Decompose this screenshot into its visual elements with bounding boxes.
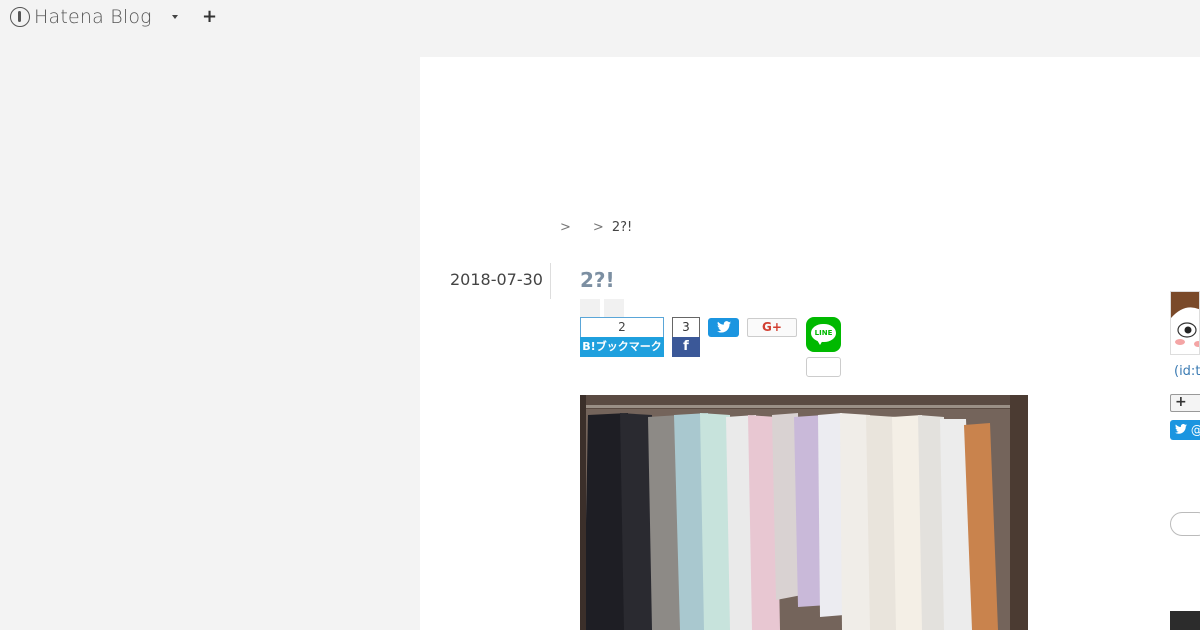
- breadcrumb: > > 2?!: [560, 220, 632, 235]
- add-entry-button[interactable]: +: [202, 8, 217, 26]
- breadcrumb-current: 2?!: [611, 220, 633, 235]
- line-share-count: [806, 357, 841, 377]
- category-tag[interactable]: [604, 299, 624, 317]
- twitter-follow-button[interactable]: @: [1170, 420, 1200, 440]
- line-share-button[interactable]: LINE: [806, 317, 841, 352]
- follow-button[interactable]: +: [1170, 394, 1200, 412]
- hatena-bookmark-count: 2: [580, 317, 664, 337]
- sidebar-search-input[interactable]: [1170, 512, 1200, 536]
- hatena-bookmark-button[interactable]: 2 B!ブックマーク: [580, 317, 664, 357]
- breadcrumb-separator: >: [560, 220, 571, 235]
- category-tag[interactable]: [580, 299, 600, 317]
- brand-text: Hatena Blog: [34, 6, 152, 28]
- line-icon: LINE: [811, 324, 836, 342]
- breadcrumb-separator: >: [592, 220, 604, 235]
- avatar-illustration: [1171, 292, 1199, 354]
- date-divider: [550, 263, 551, 299]
- facebook-icon: f: [672, 337, 700, 357]
- hatena-blog-logo[interactable]: Hatena Blog: [10, 6, 152, 28]
- author-id[interactable]: (id:t: [1174, 364, 1200, 379]
- author-avatar[interactable]: [1170, 291, 1200, 355]
- twitter-bird-icon: [716, 321, 731, 333]
- entry-categories: [580, 299, 624, 317]
- global-header: Hatena Blog +: [0, 0, 1200, 36]
- google-plus-button[interactable]: G+: [747, 318, 797, 337]
- facebook-share-count: 3: [672, 317, 700, 337]
- entry-date[interactable]: 2018-07-30: [450, 270, 543, 289]
- chevron-down-icon[interactable]: [172, 15, 178, 19]
- twitter-bird-icon: [1175, 424, 1187, 434]
- entry-title[interactable]: 2?!: [580, 268, 615, 292]
- twitter-share-button[interactable]: [708, 318, 739, 337]
- hatena-logo-icon: [10, 7, 30, 27]
- twitter-follow-label: @: [1191, 423, 1200, 437]
- facebook-share-button[interactable]: 3 f: [672, 317, 700, 357]
- sidebar-thumbnail[interactable]: [1170, 611, 1200, 630]
- entry-photo-closet[interactable]: [580, 395, 1028, 630]
- line-bubble-tail: [817, 340, 823, 345]
- hatena-bookmark-label: B!ブックマーク: [580, 337, 664, 357]
- closet-photo-illustration: [580, 395, 1028, 630]
